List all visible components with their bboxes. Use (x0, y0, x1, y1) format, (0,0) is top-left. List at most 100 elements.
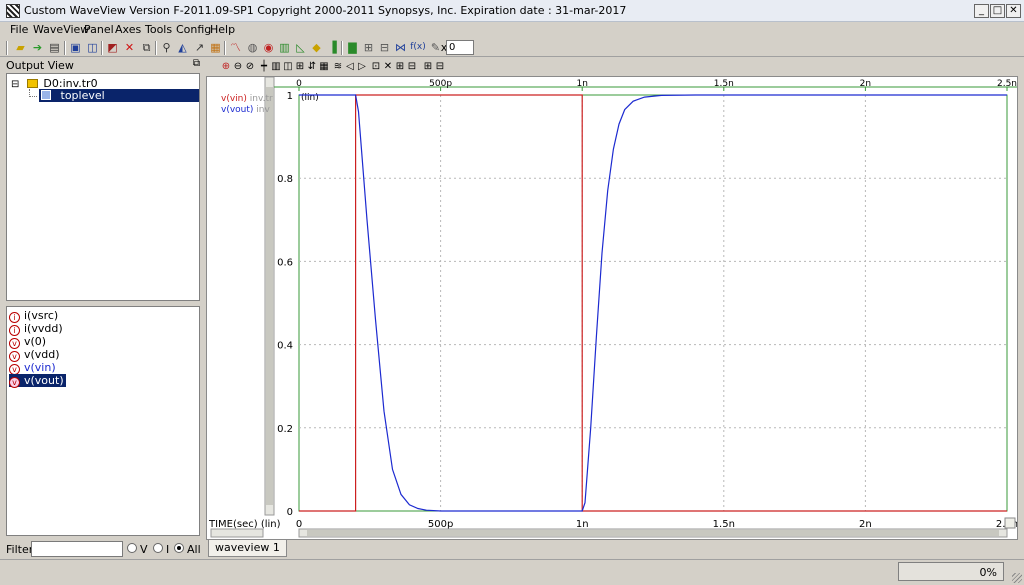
toolbar-separator (64, 41, 66, 55)
panel-split-icon[interactable]: ⊟ (434, 60, 446, 73)
save-all-icon[interactable]: ◫ (85, 40, 100, 55)
maximize-button[interactable]: □ (990, 4, 1005, 18)
pen-icon[interactable]: ↗ (192, 40, 207, 55)
zoom-out-icon[interactable]: ⊖ (232, 60, 244, 73)
legend-file-label: inv (253, 105, 270, 115)
menu-help[interactable]: Help (210, 23, 235, 36)
calc-icon[interactable]: ⊞ (361, 40, 376, 55)
next-icon[interactable]: ▷ (356, 60, 368, 73)
measure-icon[interactable]: ▥ (270, 60, 282, 73)
undock-icon[interactable]: ⧉ (193, 58, 200, 69)
marker-icon[interactable]: ⇵ (306, 60, 318, 73)
menu-config[interactable]: Config (176, 23, 211, 36)
copy-icon[interactable]: ⧉ (139, 40, 154, 55)
import-icon[interactable]: ➔ (30, 40, 45, 55)
menu-tools[interactable]: Tools (145, 23, 172, 36)
area-chart-icon[interactable]: ◺ (293, 40, 308, 55)
print-icon[interactable]: ▤ (47, 40, 62, 55)
signal-item[interactable]: i i(vvdd) (9, 322, 65, 336)
ungroup-icon[interactable]: ⊟ (406, 60, 418, 73)
signal-label: v(vdd) (24, 348, 60, 361)
toolbar-separator (101, 41, 103, 55)
stack-icon[interactable]: ⊡ (370, 60, 382, 73)
graph-toolbar: ⊕ ⊖ ⊘ ┿ ▥ ◫ ⊞ ⇵ ▦ ≋ ◁ ▷ ⊡ ✕ ⊞ ⊟ ⊞ ⊟ (206, 60, 1018, 75)
panel-icon[interactable]: ▥ (277, 40, 292, 55)
delete-icon[interactable]: ✕ (122, 40, 137, 55)
delete-wave-icon[interactable]: ✕ (382, 60, 394, 73)
open-icon[interactable]: ▰ (13, 40, 28, 55)
main-toolbar: ▰ ➔ ▤ ▣ ◫ ◩ ✕ ⧉ ⚲ ◭ ↗ ▦ 〽 ◍ ◉ ▥ ◺ ◆ ▐ ▇ … (0, 39, 1024, 57)
horizontal-scroll-thumb (307, 530, 999, 536)
tree-node-toplevel[interactable]: toplevel (39, 89, 199, 102)
cursor-add-icon[interactable]: ┿ (258, 60, 270, 73)
app-logo-icon (6, 4, 20, 18)
record-icon[interactable]: ◉ (261, 40, 276, 55)
vertical-scroll-thumb (266, 87, 273, 505)
signal-label: i(vvdd) (24, 322, 63, 335)
grid-icon[interactable]: ▦ (208, 40, 223, 55)
zoom-factor-input[interactable]: 0 (446, 40, 474, 55)
filter-radio-all[interactable] (174, 543, 184, 553)
signal-item[interactable]: i i(vsrc) (9, 309, 60, 323)
close-button[interactable]: ✕ (1006, 4, 1021, 18)
menu-file[interactable]: File (10, 23, 28, 36)
menu-panel[interactable]: Panel (84, 23, 114, 36)
y-tick-label: 0 (287, 507, 293, 518)
prev-icon[interactable]: ◁ (344, 60, 356, 73)
zoom-icon[interactable]: ⚲ (159, 40, 174, 55)
filter-radio-v[interactable] (127, 543, 137, 553)
panel-options-icon (1004, 517, 1016, 529)
y-tick-label: 0.4 (277, 341, 293, 352)
menu-waveview[interactable]: WaveView (33, 23, 89, 36)
signal-label: v(0) (24, 335, 47, 348)
function-icon[interactable]: f(x) (409, 40, 427, 55)
bar-chart-icon[interactable]: ▇ (345, 40, 360, 55)
progress-text: 0% (979, 566, 997, 579)
voltage-signal-icon: v (9, 377, 20, 388)
signal-item[interactable]: v v(vin) (9, 361, 58, 375)
cursor-icon[interactable]: ◭ (175, 40, 190, 55)
x-tick-label: 2n (859, 519, 872, 530)
signal-item[interactable]: v v(vdd) (9, 348, 62, 362)
waveform-chart[interactable]: 00500p500p1n1n1.5n1.5n2n2n2.5n2.5n00.20.… (207, 77, 1017, 539)
resize-grip-icon[interactable] (1012, 573, 1022, 583)
group-icon[interactable]: ⊞ (394, 60, 406, 73)
zoom-in-icon[interactable]: ⊕ (220, 60, 232, 73)
x-tick-label: 500p (428, 519, 453, 530)
wave-icon[interactable]: ≋ (332, 60, 344, 73)
toolbar-separator (6, 41, 8, 55)
stack-icon[interactable]: ◆ (309, 40, 324, 55)
collapse-icon[interactable]: ⊟ (11, 79, 19, 90)
line-chart-icon[interactable]: 〽 (228, 40, 243, 55)
title-bar: Custom WaveView Version F-2011.09-SP1 Co… (0, 0, 1024, 22)
tab-waveview-1[interactable]: waveview 1 (208, 540, 287, 557)
plot-area (298, 94, 1008, 512)
panel-layout-icon[interactable]: ⊞ (422, 60, 434, 73)
filter-radio-i[interactable] (153, 543, 163, 553)
table-icon[interactable]: ▦ (318, 60, 330, 73)
filter-label: Filter (6, 543, 34, 556)
signal-item[interactable]: v v(0) (9, 335, 48, 349)
ruler-icon[interactable]: ◫ (282, 60, 294, 73)
filter-input[interactable] (31, 541, 123, 557)
signal-item-selected[interactable]: v v(vout) (9, 374, 66, 388)
transform-icon[interactable]: ⊟ (377, 40, 392, 55)
save-icon[interactable]: ▣ (68, 40, 83, 55)
zoom-fit-icon[interactable]: ⊘ (244, 60, 256, 73)
minimize-button[interactable]: _ (974, 4, 989, 18)
output-view-title: Output View (6, 59, 74, 72)
scale-icon[interactable]: ⋈ (393, 40, 408, 55)
tree-connector (29, 89, 37, 97)
menu-axes[interactable]: Axes (115, 23, 141, 36)
legend-entry: v(vin) inv.tr (221, 94, 273, 104)
histogram-icon[interactable]: ▐ (325, 40, 340, 55)
waveform-panel[interactable]: 00500p500p1n1n1.5n1.5n2n2n2.5n2.5n00.20.… (206, 76, 1018, 540)
align-icon[interactable]: ⊞ (294, 60, 306, 73)
filter-option-label: All (187, 543, 201, 556)
close-wave-icon[interactable]: ◩ (105, 40, 120, 55)
x-tick-label: 0 (296, 519, 302, 530)
module-icon (41, 90, 51, 100)
tree-node-label: toplevel (60, 89, 105, 102)
x-tick-label: 1.5n (713, 519, 735, 530)
globe-icon[interactable]: ◍ (245, 40, 260, 55)
